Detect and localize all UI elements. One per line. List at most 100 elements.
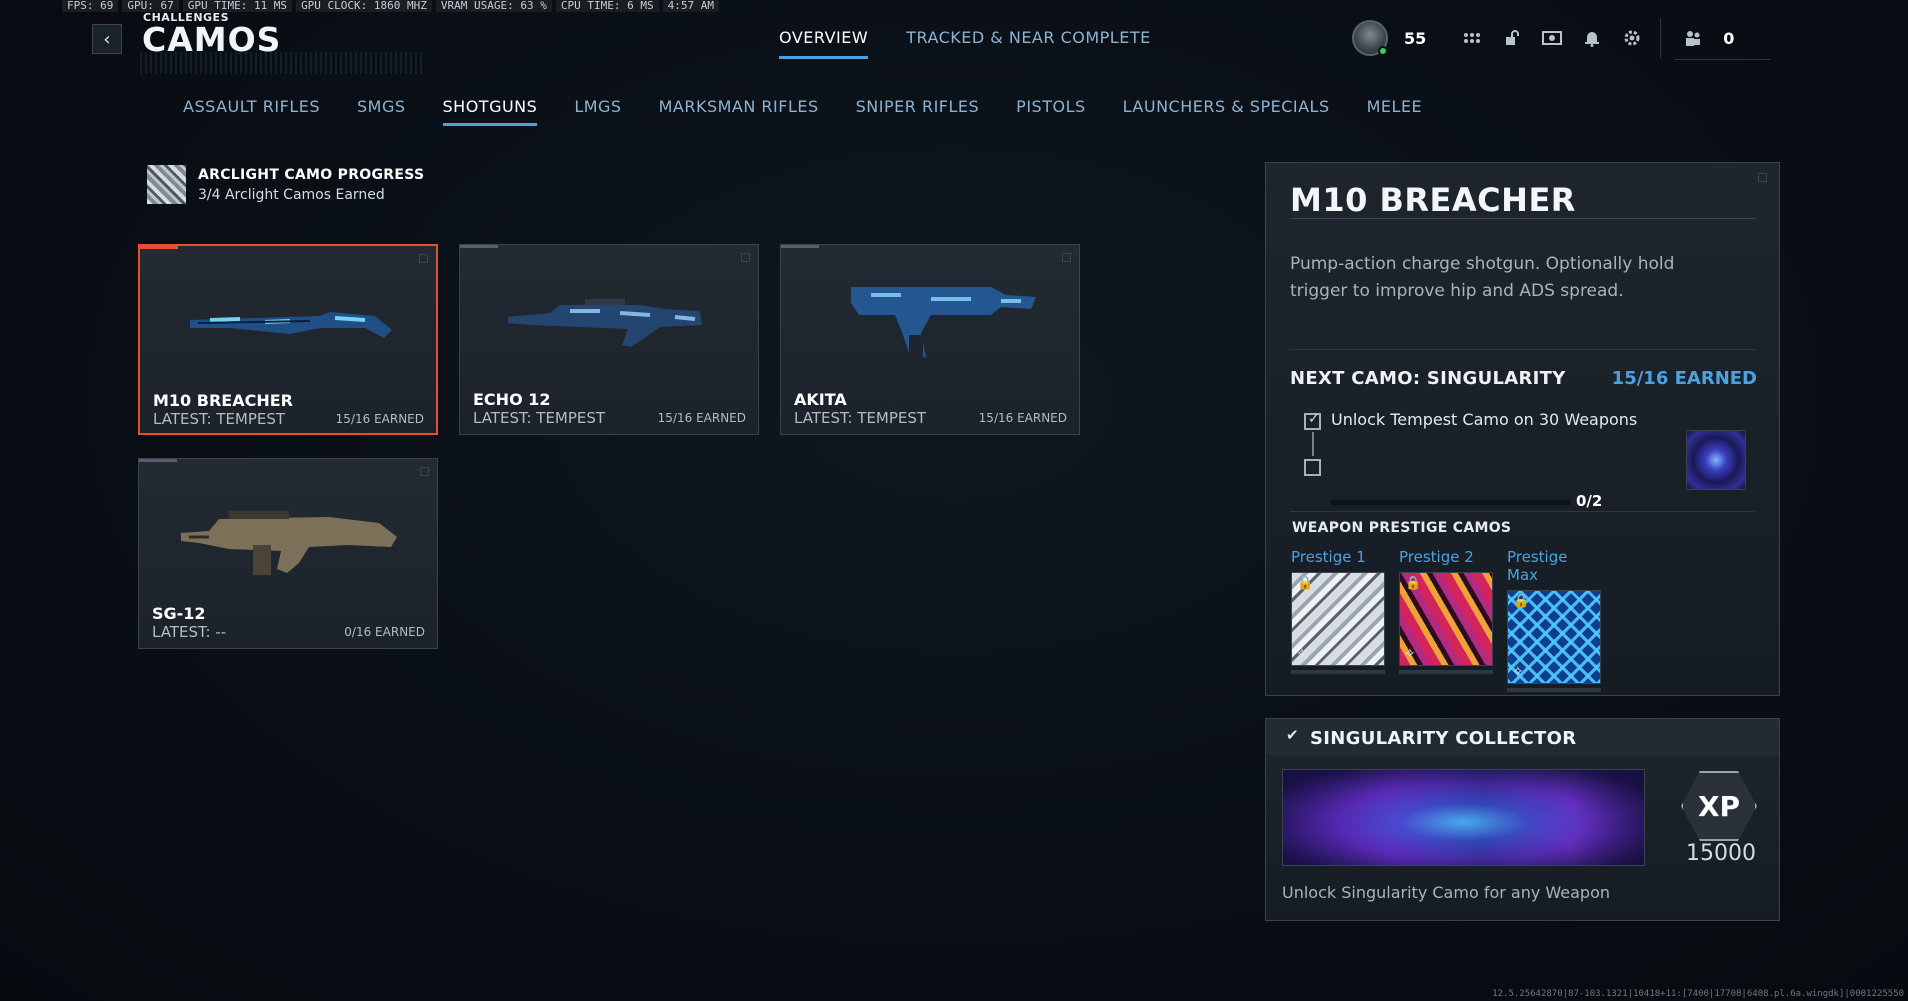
card-accent-line (140, 246, 178, 249)
tab-launchers-specials[interactable]: LAUNCHERS & SPECIALS (1123, 97, 1330, 126)
prestige-progress-bar (1399, 670, 1493, 674)
prestige-camo-thumbnail: 🔒 ✧ (1507, 590, 1601, 684)
card-earned-count: 0/16 EARNED (344, 625, 425, 639)
lock-icon: 🔒 (1297, 576, 1314, 591)
card-earned-count: 15/16 EARNED (657, 411, 746, 425)
bell-icon[interactable] (1572, 22, 1612, 54)
singularity-calling-card (1282, 769, 1645, 866)
prestige-camo-thumbnail: 🔒 ✧ (1291, 572, 1385, 666)
checkbox-connector (1312, 432, 1314, 456)
weapon-card-echo-12[interactable]: ECHO 12 LATEST: TEMPEST 15/16 EARNED (459, 244, 759, 435)
perf-clock: 4:57 AM (662, 0, 719, 12)
singularity-camo-thumbnail[interactable] (1686, 430, 1746, 490)
perf-cpu-time: CPU TIME: 6 MS (555, 0, 659, 12)
xp-icon: XP (1681, 771, 1757, 841)
store-icon[interactable] (1532, 22, 1572, 54)
friends-count: 0 (1723, 28, 1735, 48)
back-button[interactable]: ‹ (92, 24, 122, 54)
prestige-camo-2[interactable]: Prestige 2 🔒 ✧ (1399, 548, 1493, 674)
arclight-camo-icon (147, 165, 186, 204)
arclight-title: ARCLIGHT CAMO PROGRESS (198, 166, 425, 183)
perf-fps: FPS: 69 (62, 0, 119, 12)
prestige-label: Prestige Max (1507, 548, 1568, 584)
weapon-card-m10-breacher[interactable]: M10 BREACHER LATEST: TEMPEST 15/16 EARNE… (138, 244, 438, 435)
card-earned-count: 15/16 EARNED (978, 411, 1067, 425)
online-status-icon (1378, 46, 1388, 56)
chevron-left-icon: ‹ (103, 28, 111, 50)
card-latest-camo: LATEST: TEMPEST (153, 410, 286, 428)
prestige-badge-icon: ✧ (1512, 664, 1524, 680)
next-camo-label: NEXT CAMO: SINGULARITY (1290, 368, 1566, 389)
collector-title: SINGULARITY COLLECTOR (1310, 728, 1577, 749)
tab-marksman-rifles[interactable]: MARKSMAN RIFLES (659, 97, 819, 126)
prestige-badge-icon: ✧ (1404, 646, 1416, 662)
tab-melee[interactable]: MELEE (1367, 97, 1423, 126)
prestige-label: Prestige 2 (1399, 548, 1474, 566)
card-weapon-name: AKITA (794, 390, 847, 409)
divider (1290, 218, 1756, 219)
top-tabs: OVERVIEW TRACKED & NEAR COMPLETE (779, 28, 1151, 59)
tab-assault-rifles[interactable]: ASSAULT RIFLES (183, 97, 320, 126)
prestige-camo-1[interactable]: Prestige 1 🔒 ✧ (1291, 548, 1385, 674)
tab-pistols[interactable]: PISTOLS (1016, 97, 1085, 126)
arclight-progress: ARCLIGHT CAMO PROGRESS 3/4 Arclight Camo… (147, 165, 424, 204)
category-tabs: ASSAULT RIFLES SMGS SHOTGUNS LMGS MARKSM… (183, 97, 1422, 126)
build-version-string: 12.5.25642870|87-103.1321|10418+11:[7400… (1492, 989, 1904, 999)
collector-description: Unlock Singularity Camo for any Weapon (1282, 883, 1611, 902)
xp-reward-amount: 15000 (1686, 841, 1756, 866)
card-latest-camo: LATEST: TEMPEST (473, 409, 606, 427)
friends-icon[interactable] (1673, 22, 1713, 54)
prestige-camo-thumbnail: 🔒 ✧ (1399, 572, 1493, 666)
checkmark-icon: ✓ (1308, 411, 1320, 427)
tab-shotguns[interactable]: SHOTGUNS (442, 97, 538, 126)
card-weapon-name: SG-12 (152, 604, 206, 623)
prestige-badge-icon: ✧ (1296, 646, 1308, 662)
weapon-detail-panel: M10 BREACHER Pump-action charge shotgun.… (1265, 162, 1780, 696)
panel-corner-icon (1758, 173, 1767, 182)
arclight-subtitle: 3/4 Arclight Camos Earned (198, 186, 385, 203)
lock-icon[interactable] (1492, 22, 1532, 54)
card-accent-line (460, 245, 498, 248)
shotgun-image (508, 299, 702, 347)
singularity-collector-panel: ✔ SINGULARITY COLLECTOR XP 15000 Unlock … (1265, 718, 1780, 921)
card-corner-icon (1062, 253, 1071, 262)
tab-smgs[interactable]: SMGS (357, 97, 406, 126)
perf-vram: VRAM USAGE: 63 % (435, 0, 552, 12)
weapon-card-sg-12[interactable]: SG-12 LATEST: -- 0/16 EARNED (138, 458, 438, 649)
title-decoration (140, 52, 425, 74)
shotgun-image (851, 287, 1036, 359)
prestige-camo-max[interactable]: Prestige Max 🔒 ✧ (1507, 548, 1601, 692)
checkmark-icon: ✔ (1286, 726, 1299, 744)
gear-icon[interactable] (1612, 22, 1652, 54)
challenge-progress-text: 0/2 (1576, 492, 1603, 510)
card-weapon-name: ECHO 12 (473, 390, 551, 409)
card-earned-count: 15/16 EARNED (335, 412, 424, 426)
challenge-checkbox-complete: ✓ (1304, 411, 1321, 430)
avatar[interactable] (1352, 20, 1388, 56)
challenge-checkbox-pending (1304, 459, 1321, 476)
card-weapon-name: M10 BREACHER (153, 391, 293, 410)
lock-icon: 🔒 (1513, 594, 1530, 609)
header-right: 55 0 (1352, 18, 1734, 58)
card-corner-icon (741, 253, 750, 262)
header-underline (1675, 59, 1771, 60)
prestige-progress-bar (1291, 670, 1385, 674)
challenge-progress-bar (1331, 500, 1571, 505)
grid-icon[interactable] (1452, 22, 1492, 54)
tab-lmgs[interactable]: LMGS (574, 97, 621, 126)
player-level: 55 (1404, 28, 1427, 48)
shotgun-image (181, 511, 397, 575)
tab-tracked-near-complete[interactable]: TRACKED & NEAR COMPLETE (906, 28, 1151, 59)
challenge-description: Unlock Tempest Camo on 30 Weapons (1331, 410, 1638, 429)
weapon-card-akita[interactable]: AKITA LATEST: TEMPEST 15/16 EARNED (780, 244, 1080, 435)
shotgun-image (190, 312, 392, 338)
detail-weapon-title: M10 BREACHER (1290, 181, 1576, 219)
divider (1290, 349, 1756, 350)
collector-header[interactable]: ✔ SINGULARITY COLLECTOR (1266, 719, 1779, 755)
divider (1290, 511, 1756, 512)
tab-sniper-rifles[interactable]: SNIPER RIFLES (856, 97, 980, 126)
next-camo-earned: 15/16 EARNED (1611, 368, 1757, 389)
lock-icon: 🔒 (1405, 576, 1422, 591)
tab-overview[interactable]: OVERVIEW (779, 28, 869, 59)
prestige-progress-bar (1507, 688, 1601, 692)
